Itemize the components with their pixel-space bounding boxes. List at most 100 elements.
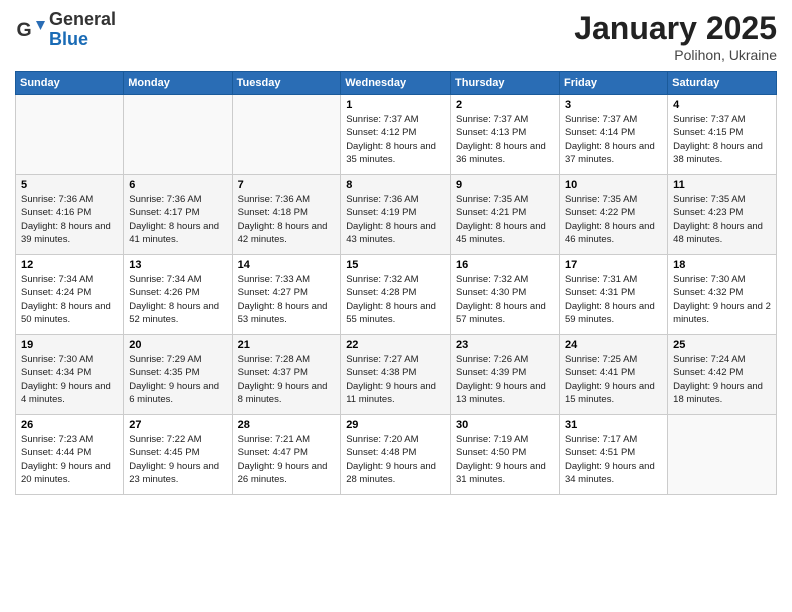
calendar-cell: 15 Sunrise: 7:32 AM Sunset: 4:28 PM Dayli… (341, 255, 451, 335)
calendar-cell: 23 Sunrise: 7:26 AM Sunset: 4:39 PM Dayli… (451, 335, 560, 415)
day-number: 23 (456, 339, 554, 351)
day-number: 9 (456, 179, 554, 191)
logo-text: General Blue (49, 10, 116, 50)
day-info: Sunrise: 7:31 AM Sunset: 4:31 PM Dayligh… (565, 273, 662, 326)
weekday-wednesday: Wednesday (341, 72, 451, 95)
calendar-header: SundayMondayTuesdayWednesdayThursdayFrid… (16, 72, 777, 95)
day-info: Sunrise: 7:23 AM Sunset: 4:44 PM Dayligh… (21, 433, 118, 486)
calendar-cell (668, 415, 777, 495)
day-info: Sunrise: 7:28 AM Sunset: 4:37 PM Dayligh… (238, 353, 336, 406)
day-number: 1 (346, 99, 445, 111)
day-number: 14 (238, 259, 336, 271)
calendar-cell: 6 Sunrise: 7:36 AM Sunset: 4:17 PM Daylig… (124, 175, 232, 255)
calendar-cell (16, 95, 124, 175)
day-info: Sunrise: 7:30 AM Sunset: 4:34 PM Dayligh… (21, 353, 118, 406)
calendar-cell: 16Sunrise: 7:32 AM Sunset: 4:30 PM Dayli… (451, 255, 560, 335)
day-number: 15 (346, 259, 445, 271)
day-number: 8 (346, 179, 445, 191)
day-info: Sunrise: 7:32 AM Sunset: 4:28 PM Dayligh… (346, 273, 445, 326)
calendar-cell: 27Sunrise: 7:22 AM Sunset: 4:45 PM Dayli… (124, 415, 232, 495)
day-number: 4 (673, 99, 771, 111)
calendar-cell: 25Sunrise: 7:24 AM Sunset: 4:42 PM Dayli… (668, 335, 777, 415)
day-number: 21 (238, 339, 336, 351)
day-info: Sunrise: 7:37 AM Sunset: 4:13 PM Dayligh… (456, 113, 554, 166)
calendar-cell: 8 Sunrise: 7:36 AM Sunset: 4:19 PM Daylig… (341, 175, 451, 255)
day-info: Sunrise: 7:37 AM Sunset: 4:12 PM Dayligh… (346, 113, 445, 166)
day-number: 3 (565, 99, 662, 111)
calendar-cell: 10 Sunrise: 7:35 AM Sunset: 4:22 PM Dayli… (559, 175, 667, 255)
calendar-body: 1 Sunrise: 7:37 AM Sunset: 4:12 PM Daylig… (16, 95, 777, 495)
weekday-monday: Monday (124, 72, 232, 95)
day-number: 20 (129, 339, 226, 351)
calendar-cell: 2 Sunrise: 7:37 AM Sunset: 4:13 PM Daylig… (451, 95, 560, 175)
logo: G General Blue (15, 10, 116, 50)
day-number: 22 (346, 339, 445, 351)
day-info: Sunrise: 7:27 AM Sunset: 4:38 PM Dayligh… (346, 353, 445, 406)
weekday-friday: Friday (559, 72, 667, 95)
day-number: 10 (565, 179, 662, 191)
day-number: 7 (238, 179, 336, 191)
day-number: 28 (238, 419, 336, 431)
calendar-cell: 3 Sunrise: 7:37 AM Sunset: 4:14 PM Daylig… (559, 95, 667, 175)
calendar-cell: 21 Sunrise: 7:28 AM Sunset: 4:37 PM Dayli… (232, 335, 341, 415)
day-number: 18 (673, 259, 771, 271)
calendar-cell: 14 Sunrise: 7:33 AM Sunset: 4:27 PM Dayli… (232, 255, 341, 335)
day-info: Sunrise: 7:19 AM Sunset: 4:50 PM Dayligh… (456, 433, 554, 486)
header: G General Blue January 2025 Polihon, Ukr… (15, 10, 777, 63)
day-info: Sunrise: 7:34 AM Sunset: 4:26 PM Dayligh… (129, 273, 226, 326)
calendar-cell: 31 Sunrise: 7:17 AM Sunset: 4:51 PM Dayli… (559, 415, 667, 495)
day-number: 16 (456, 259, 554, 271)
location: Polihon, Ukraine (574, 47, 777, 63)
day-info: Sunrise: 7:36 AM Sunset: 4:19 PM Dayligh… (346, 193, 445, 246)
month-title: January 2025 (574, 10, 777, 47)
day-info: Sunrise: 7:36 AM Sunset: 4:18 PM Dayligh… (238, 193, 336, 246)
day-info: Sunrise: 7:34 AM Sunset: 4:24 PM Dayligh… (21, 273, 118, 326)
day-number: 6 (129, 179, 226, 191)
calendar-cell: 4 Sunrise: 7:37 AM Sunset: 4:15 PM Daylig… (668, 95, 777, 175)
day-number: 24 (565, 339, 662, 351)
calendar-cell: 5Sunrise: 7:36 AM Sunset: 4:16 PM Daylig… (16, 175, 124, 255)
week-row-3: 12Sunrise: 7:34 AM Sunset: 4:24 PM Dayli… (16, 255, 777, 335)
calendar-cell: 1 Sunrise: 7:37 AM Sunset: 4:12 PM Daylig… (341, 95, 451, 175)
calendar-cell: 22 Sunrise: 7:27 AM Sunset: 4:38 PM Dayli… (341, 335, 451, 415)
week-row-1: 1 Sunrise: 7:37 AM Sunset: 4:12 PM Daylig… (16, 95, 777, 175)
day-info: Sunrise: 7:37 AM Sunset: 4:14 PM Dayligh… (565, 113, 662, 166)
day-number: 25 (673, 339, 771, 351)
day-number: 31 (565, 419, 662, 431)
day-info: Sunrise: 7:33 AM Sunset: 4:27 PM Dayligh… (238, 273, 336, 326)
day-info: Sunrise: 7:30 AM Sunset: 4:32 PM Dayligh… (673, 273, 771, 326)
day-number: 30 (456, 419, 554, 431)
weekday-header-row: SundayMondayTuesdayWednesdayThursdayFrid… (16, 72, 777, 95)
day-number: 27 (129, 419, 226, 431)
day-info: Sunrise: 7:26 AM Sunset: 4:39 PM Dayligh… (456, 353, 554, 406)
weekday-tuesday: Tuesday (232, 72, 341, 95)
week-row-4: 19 Sunrise: 7:30 AM Sunset: 4:34 PM Dayli… (16, 335, 777, 415)
calendar-cell: 9Sunrise: 7:35 AM Sunset: 4:21 PM Daylig… (451, 175, 560, 255)
day-info: Sunrise: 7:17 AM Sunset: 4:51 PM Dayligh… (565, 433, 662, 486)
calendar-cell: 13 Sunrise: 7:34 AM Sunset: 4:26 PM Dayli… (124, 255, 232, 335)
calendar-cell: 19 Sunrise: 7:30 AM Sunset: 4:34 PM Dayli… (16, 335, 124, 415)
day-number: 19 (21, 339, 118, 351)
day-info: Sunrise: 7:29 AM Sunset: 4:35 PM Dayligh… (129, 353, 226, 406)
calendar-cell: 7 Sunrise: 7:36 AM Sunset: 4:18 PM Daylig… (232, 175, 341, 255)
weekday-sunday: Sunday (16, 72, 124, 95)
calendar-cell: 26 Sunrise: 7:23 AM Sunset: 4:44 PM Dayli… (16, 415, 124, 495)
day-number: 17 (565, 259, 662, 271)
calendar-cell: 17 Sunrise: 7:31 AM Sunset: 4:31 PM Dayli… (559, 255, 667, 335)
day-number: 13 (129, 259, 226, 271)
calendar-cell (124, 95, 232, 175)
calendar-cell: 11Sunrise: 7:35 AM Sunset: 4:23 PM Dayli… (668, 175, 777, 255)
calendar-cell (232, 95, 341, 175)
day-info: Sunrise: 7:25 AM Sunset: 4:41 PM Dayligh… (565, 353, 662, 406)
calendar-cell: 30 Sunrise: 7:19 AM Sunset: 4:50 PM Dayli… (451, 415, 560, 495)
calendar-cell: 18 Sunrise: 7:30 AM Sunset: 4:32 PM Dayli… (668, 255, 777, 335)
day-info: Sunrise: 7:35 AM Sunset: 4:22 PM Dayligh… (565, 193, 662, 246)
day-info: Sunrise: 7:37 AM Sunset: 4:15 PM Dayligh… (673, 113, 771, 166)
weekday-thursday: Thursday (451, 72, 560, 95)
calendar-cell: 29Sunrise: 7:20 AM Sunset: 4:48 PM Dayli… (341, 415, 451, 495)
logo-general-text: General (49, 10, 116, 30)
day-number: 2 (456, 99, 554, 111)
day-info: Sunrise: 7:36 AM Sunset: 4:17 PM Dayligh… (129, 193, 226, 246)
day-info: Sunrise: 7:20 AM Sunset: 4:48 PM Dayligh… (346, 433, 445, 486)
day-number: 26 (21, 419, 118, 431)
